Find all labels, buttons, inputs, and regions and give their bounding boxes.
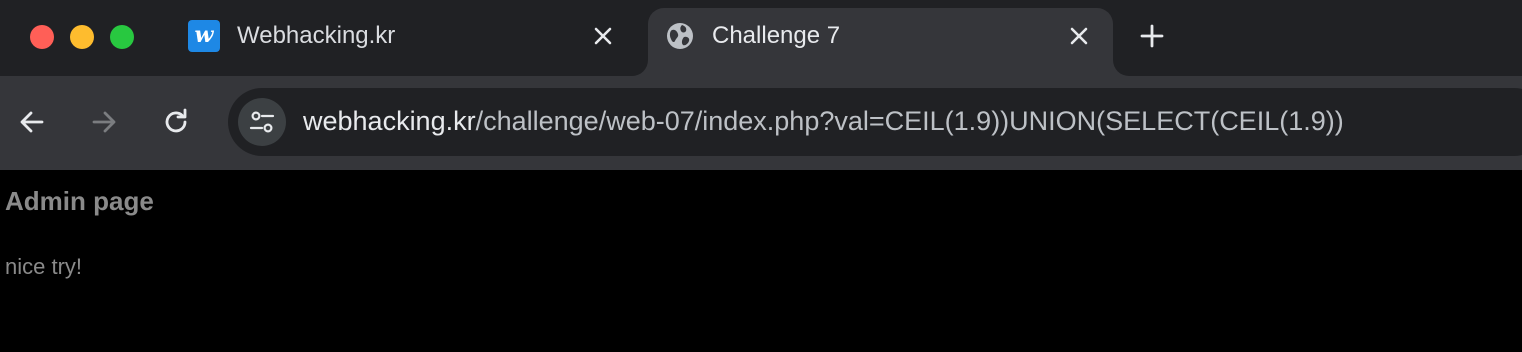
page-message: nice try!	[5, 254, 83, 279]
tab-title: Challenge 7	[712, 22, 841, 49]
site-settings-icon	[249, 111, 275, 133]
tab-strip: w Webhacking.kr Challenge 7	[0, 0, 1522, 76]
url-text[interactable]: webhacking.kr/challenge/web-07/index.php…	[303, 106, 1344, 137]
tab-webhacking[interactable]: w Webhacking.kr	[170, 0, 640, 76]
forward-arrow-icon[interactable]	[88, 106, 120, 138]
close-icon[interactable]	[1068, 25, 1090, 47]
site-info-button[interactable]	[238, 98, 286, 146]
url-host: webhacking.kr	[303, 106, 476, 136]
webhacking-favicon-icon: w	[188, 20, 220, 52]
tab-title: Webhacking.kr	[237, 22, 396, 49]
window-close-button[interactable]	[30, 25, 54, 49]
page-heading: Admin page	[5, 186, 154, 216]
window-minimize-button[interactable]	[70, 25, 94, 49]
address-bar[interactable]: webhacking.kr/challenge/web-07/index.php…	[228, 88, 1522, 156]
window-maximize-button[interactable]	[110, 25, 134, 49]
back-arrow-icon[interactable]	[16, 106, 48, 138]
tab-challenge-7[interactable]: Challenge 7	[648, 8, 1113, 76]
url-path: /challenge/web-07/index.php?val=CEIL(1.9…	[475, 106, 1344, 136]
new-tab-plus-icon[interactable]	[1139, 23, 1165, 49]
page-content: Admin page nice try!	[0, 170, 1522, 352]
toolbar: webhacking.kr/challenge/web-07/index.php…	[0, 76, 1522, 170]
reload-icon[interactable]	[160, 106, 192, 138]
close-icon[interactable]	[592, 25, 614, 47]
globe-icon	[667, 23, 693, 49]
